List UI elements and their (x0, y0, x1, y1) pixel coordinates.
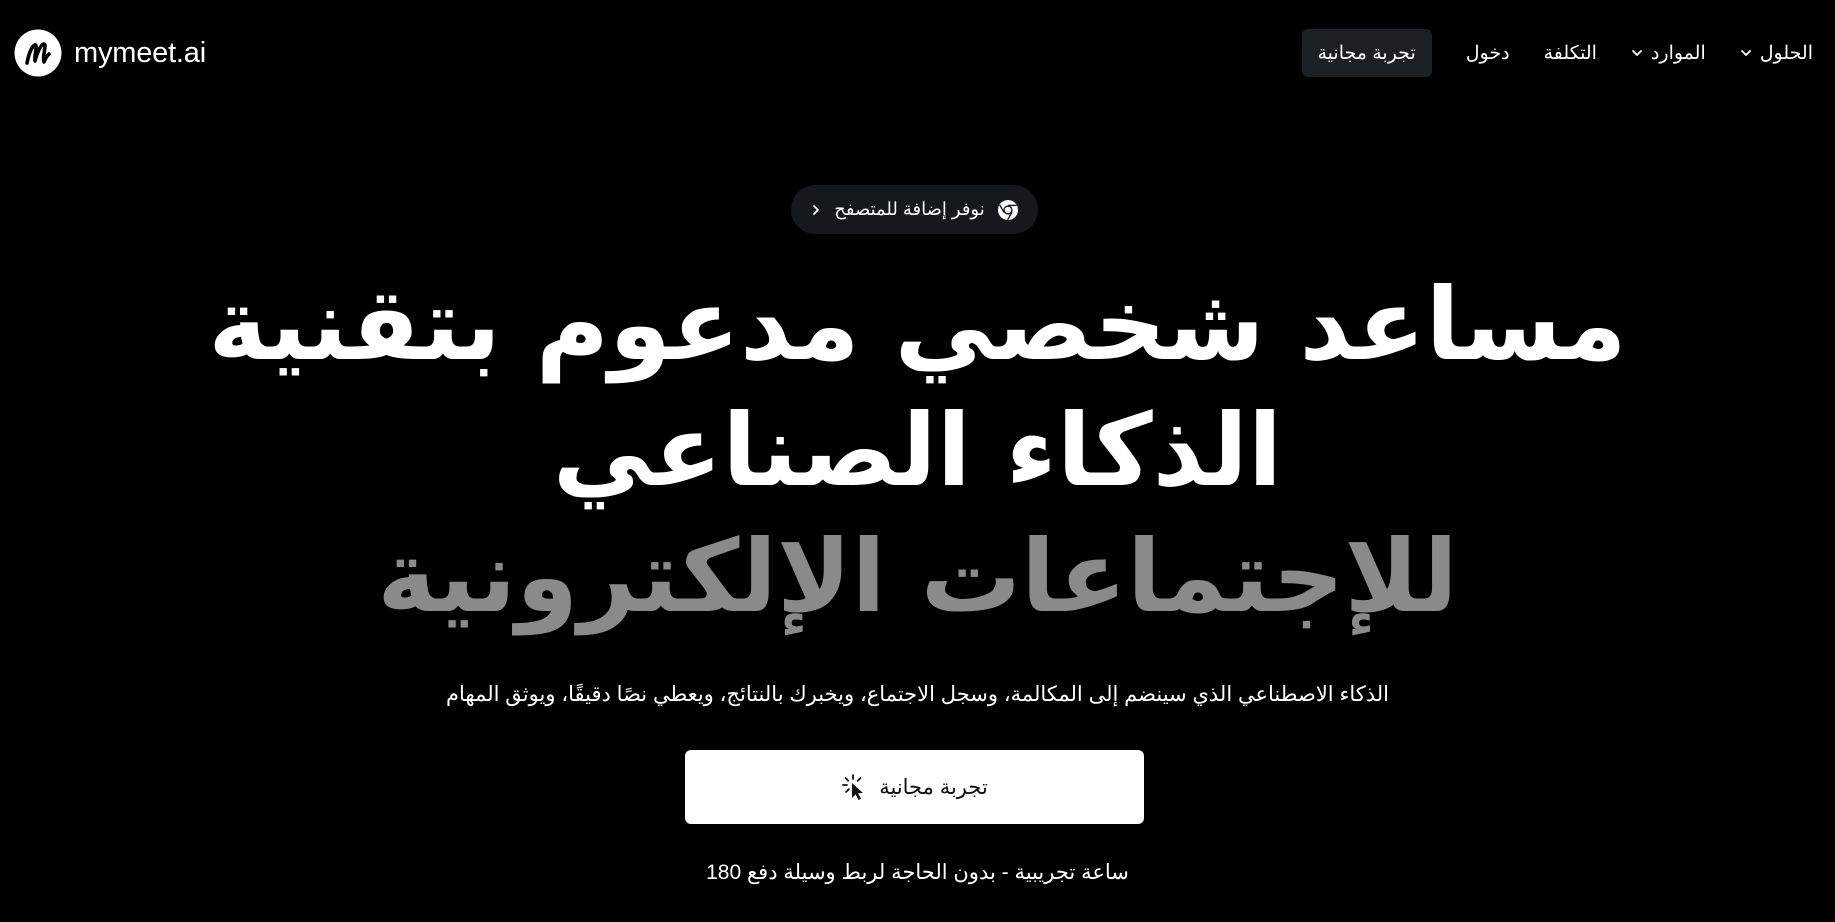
hero-cta-label: تجربة مجانية (879, 775, 988, 799)
hero-free-trial-button[interactable]: تجربة مجانية (685, 750, 1144, 824)
mymeet-logo-icon (14, 29, 62, 77)
hero-headline-line-1: مساعد شخصي مدعوم بتقنية (208, 266, 1627, 383)
nav-pricing-link[interactable]: التكلفة (1544, 42, 1597, 65)
browser-extension-pill[interactable]: نوفر إضافة للمتصفح (791, 185, 1038, 234)
cursor-click-icon (842, 774, 864, 800)
nav-free-trial-button[interactable]: تجربة مجانية (1301, 29, 1432, 77)
hero-headline-line-2: الذكاء الصناعي (552, 392, 1283, 509)
landing-page: mymeet.ai تجربة مجانية دخول التكلفة المو… (0, 0, 1835, 922)
main-nav: تجربة مجانية دخول التكلفة الموارد الحلول (1301, 29, 1813, 77)
nav-resources-label: الموارد (1650, 42, 1706, 64)
chevron-down-icon (1632, 50, 1642, 56)
nav-login-link[interactable]: دخول (1466, 42, 1510, 65)
hero-headline: مساعد شخصي مدعوم بتقنية الذكاء الصناعي ل… (0, 262, 1835, 640)
chevron-down-icon (1740, 50, 1751, 56)
hero-headline-line-3: للإجتماعات الإلكترونية (377, 518, 1458, 635)
chrome-icon (997, 199, 1018, 220)
browser-extension-label: نوفر إضافة للمتصفح (834, 199, 985, 219)
nav-solutions-dropdown[interactable]: الحلول (1740, 42, 1813, 65)
hero-subtitle: الذكاء الاصطناعي الذي سينضم إلى المكالمة… (446, 683, 1389, 706)
brand-name: mymeet.ai (74, 36, 206, 69)
brand-logo[interactable]: mymeet.ai (14, 29, 206, 77)
nav-pricing-label: التكلفة (1543, 42, 1597, 64)
chevron-right-icon (813, 204, 820, 215)
hero-trial-note: ساعة تجريبية - بدون الحاجة لربط وسيلة دف… (706, 861, 1129, 884)
nav-solutions-label: الحلول (1759, 42, 1813, 64)
nav-resources-dropdown[interactable]: الموارد (1631, 42, 1706, 65)
nav-login-label: دخول (1465, 42, 1510, 64)
